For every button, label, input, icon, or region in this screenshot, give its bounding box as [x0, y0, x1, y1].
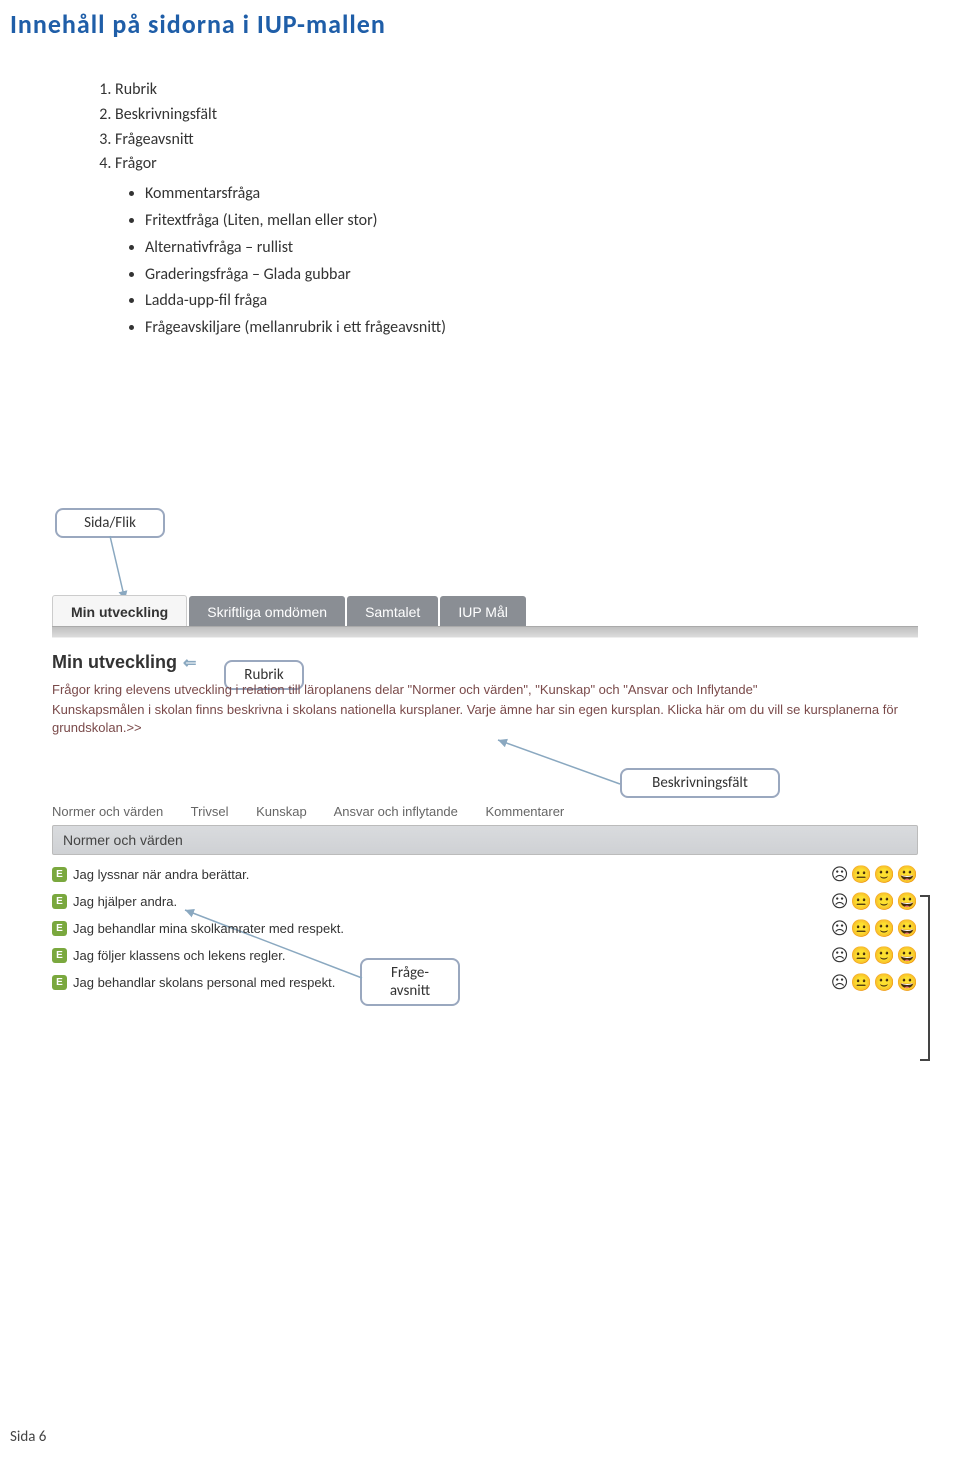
question-text: Jag behandlar skolans personal med respe…	[73, 975, 335, 990]
face-smile-icon[interactable]: 🙂	[874, 920, 895, 937]
tab-iup-mal[interactable]: IUP Mål	[440, 596, 526, 626]
question-subtabs: Normer och värden Trivsel Kunskap Ansvar…	[52, 804, 918, 819]
subtab-normer[interactable]: Normer och värden	[52, 804, 163, 819]
rating-faces: ☹ 😐 🙂 😀	[831, 974, 918, 991]
page-title: Innehåll på sidorna i IUP-mallen	[0, 0, 960, 40]
e-badge-icon: E	[52, 921, 67, 936]
list-item: Beskrivningsfält	[115, 103, 960, 128]
face-happy-icon[interactable]: 😀	[897, 866, 918, 883]
list-item: Fritextfråga (Liten, mellan eller stor)	[145, 208, 960, 235]
description-field: Frågor kring elevens utveckling i relati…	[52, 681, 918, 738]
face-smile-icon[interactable]: 🙂	[874, 866, 895, 883]
e-badge-icon: E	[52, 948, 67, 963]
rating-faces: ☹ 😐 🙂 😀	[831, 947, 918, 964]
description-line: Kunskapsmålen i skolan finns beskrivna i…	[52, 701, 918, 737]
question-list: E Jag lyssnar när andra berättar. ☹ 😐 🙂 …	[52, 861, 918, 996]
question-row: E Jag följer klassens och lekens regler.…	[52, 942, 918, 969]
content-outline: Rubrik Beskrivningsfält Frågeavsnitt Frå…	[95, 78, 960, 342]
question-row: E Jag behandlar skolans personal med res…	[52, 969, 918, 996]
list-item: Alternativfråga – rullist	[145, 235, 960, 262]
callout-sida-flik: Sida/Flik	[55, 508, 165, 538]
face-sad-icon[interactable]: ☹	[831, 893, 849, 910]
face-sad-icon[interactable]: ☹	[831, 974, 849, 991]
question-bracket	[920, 895, 930, 1061]
face-happy-icon[interactable]: 😀	[897, 974, 918, 991]
list-item: Ladda-upp-fil fråga	[145, 288, 960, 315]
face-neutral-icon[interactable]: 😐	[850, 974, 871, 991]
tabs-underbar	[52, 626, 918, 638]
section-heading-text: Min utveckling	[52, 652, 177, 673]
rating-faces: ☹ 😐 🙂 😀	[831, 893, 918, 910]
question-text: Jag följer klassens och lekens regler.	[73, 948, 285, 963]
subtab-kommentarer[interactable]: Kommentarer	[486, 804, 565, 819]
question-row: E Jag lyssnar när andra berättar. ☹ 😐 🙂 …	[52, 861, 918, 888]
e-badge-icon: E	[52, 867, 67, 882]
face-neutral-icon[interactable]: 😐	[850, 947, 871, 964]
main-tabs: Min utveckling Skriftliga omdömen Samtal…	[52, 595, 918, 626]
face-smile-icon[interactable]: 🙂	[874, 893, 895, 910]
subtab-ansvar[interactable]: Ansvar och inflytande	[334, 804, 458, 819]
list-item: Graderingsfråga – Glada gubbar	[145, 262, 960, 289]
rating-faces: ☹ 😐 🙂 😀	[831, 866, 918, 883]
question-row: E Jag hjälper andra. ☹ 😐 🙂 😀	[52, 888, 918, 915]
page-footer: Sida 6	[10, 1428, 46, 1446]
question-row: E Jag behandlar mina skolkamrater med re…	[52, 915, 918, 942]
face-smile-icon[interactable]: 🙂	[874, 974, 895, 991]
face-sad-icon[interactable]: ☹	[831, 866, 849, 883]
question-text: Jag hjälper andra.	[73, 894, 177, 909]
list-item: Rubrik	[115, 78, 960, 103]
arrow-left-icon: ⇐	[183, 653, 196, 673]
face-smile-icon[interactable]: 🙂	[874, 947, 895, 964]
e-badge-icon: E	[52, 975, 67, 990]
face-happy-icon[interactable]: 😀	[897, 947, 918, 964]
rating-faces: ☹ 😐 🙂 😀	[831, 920, 918, 937]
list-item: Frågeavsnitt	[115, 128, 960, 153]
face-sad-icon[interactable]: ☹	[831, 920, 849, 937]
face-neutral-icon[interactable]: 😐	[850, 866, 871, 883]
tab-skriftliga-omdomen[interactable]: Skriftliga omdömen	[189, 596, 345, 626]
section-heading: Min utveckling ⇐	[52, 652, 918, 673]
subtab-trivsel[interactable]: Trivsel	[191, 804, 229, 819]
app-screenshot: Min utveckling Skriftliga omdömen Samtal…	[52, 595, 918, 996]
tab-samtalet[interactable]: Samtalet	[347, 596, 438, 626]
face-happy-icon[interactable]: 😀	[897, 893, 918, 910]
list-item: Frågeavskiljare (mellanrubrik i ett fråg…	[145, 315, 960, 342]
face-neutral-icon[interactable]: 😐	[850, 893, 871, 910]
tab-min-utveckling[interactable]: Min utveckling	[52, 595, 187, 626]
question-text: Jag behandlar mina skolkamrater med resp…	[73, 921, 344, 936]
description-line: Frågor kring elevens utveckling i relati…	[52, 681, 918, 699]
e-badge-icon: E	[52, 894, 67, 909]
face-neutral-icon[interactable]: 😐	[850, 920, 871, 937]
list-item: Frågor	[115, 152, 960, 177]
face-sad-icon[interactable]: ☹	[831, 947, 849, 964]
question-text: Jag lyssnar när andra berättar.	[73, 867, 249, 882]
face-happy-icon[interactable]: 😀	[897, 920, 918, 937]
subtab-kunskap[interactable]: Kunskap	[256, 804, 307, 819]
question-section-bar: Normer och värden	[52, 825, 918, 855]
list-item: Kommentarsfråga	[145, 181, 960, 208]
